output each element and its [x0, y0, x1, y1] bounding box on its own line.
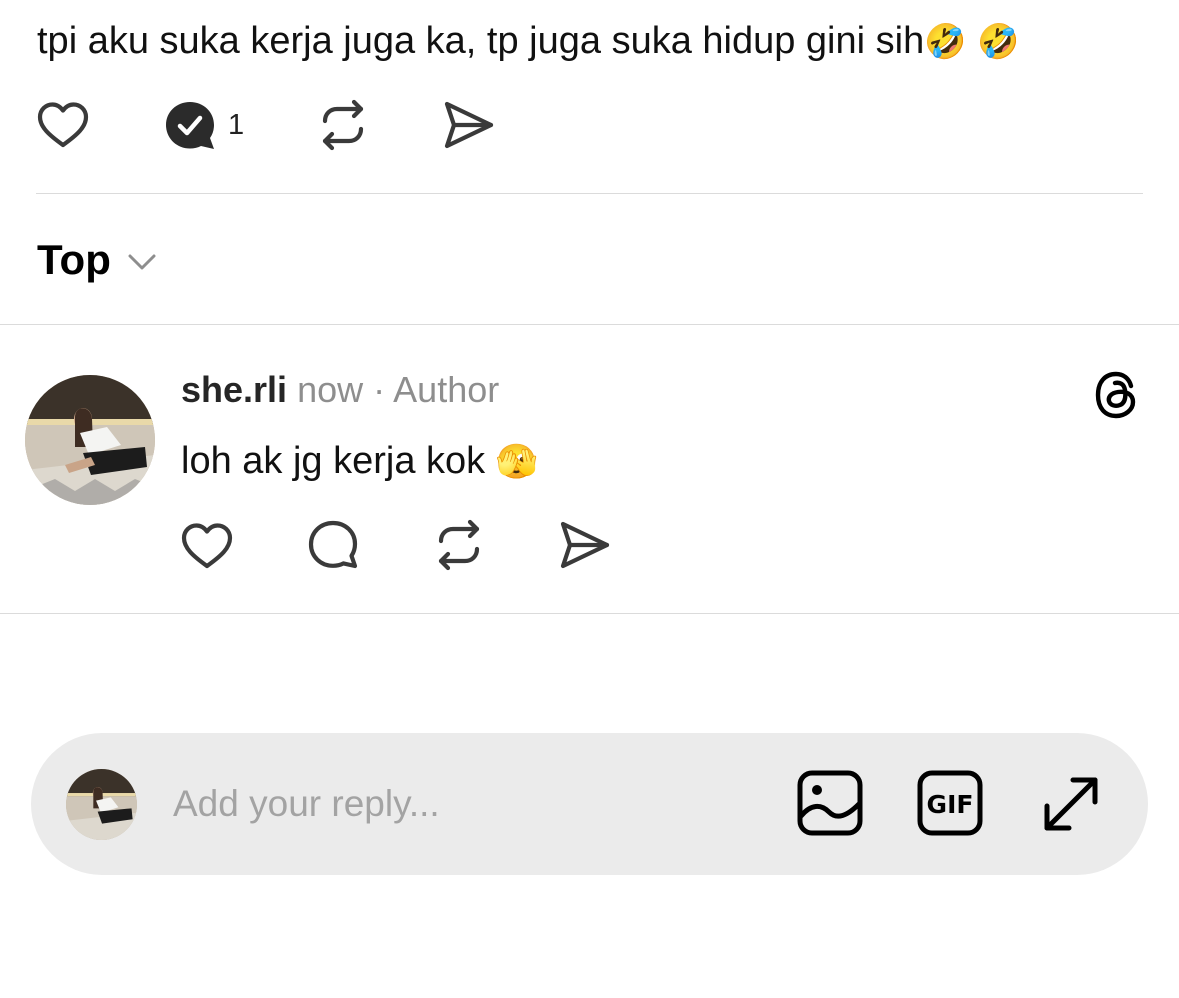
- comment-divider: [0, 613, 1179, 614]
- heart-icon: [181, 523, 233, 569]
- avatar-photo: [25, 375, 155, 505]
- comment-repost-button[interactable]: [433, 519, 485, 571]
- threads-logo-icon: [1095, 371, 1136, 419]
- repost-icon: [322, 99, 364, 151]
- reply-input[interactable]: Add your reply...: [173, 780, 440, 828]
- heart-icon: [37, 102, 89, 148]
- composer-avatar: [66, 769, 137, 840]
- comment-emoji: 🫣: [495, 442, 539, 482]
- comment-meta: she.rli now · Author: [181, 364, 499, 416]
- comment-share-button[interactable]: [559, 520, 611, 570]
- image-icon: [797, 770, 863, 836]
- send-icon: [560, 521, 610, 569]
- comment-bubble-check-icon: [166, 102, 214, 149]
- meta-separator: ·: [373, 369, 386, 410]
- post-emoji: 🤣 🤣: [924, 22, 1020, 62]
- comment-time: now: [297, 369, 364, 410]
- comment-bubble-icon: [308, 520, 358, 569]
- post-text: tpi aku suka kerja juga ka, tp juga suka…: [37, 14, 1020, 69]
- send-icon: [444, 101, 494, 149]
- sort-dropdown[interactable]: Top: [37, 232, 157, 288]
- author-badge: Author: [393, 369, 500, 410]
- like-button[interactable]: [37, 101, 89, 149]
- comment-count: 1: [228, 109, 245, 141]
- section-divider: [0, 324, 1179, 325]
- share-button[interactable]: [443, 100, 495, 150]
- chevron-down-icon: [128, 254, 156, 270]
- gif-icon: GIF: [917, 770, 983, 836]
- gif-label: GIF: [927, 790, 974, 819]
- composer-avatar-photo: [66, 769, 137, 840]
- comment-button[interactable]: [164, 100, 216, 152]
- post-text-content: tpi aku suka kerja juga ka, tp juga suka…: [37, 20, 925, 62]
- comment-text: loh ak jg kerja kok 🫣: [181, 434, 538, 489]
- avatar[interactable]: [25, 375, 155, 505]
- threads-logo-button[interactable]: [1093, 370, 1139, 420]
- comment-like-button[interactable]: [181, 522, 233, 570]
- comment-reply-button[interactable]: [307, 519, 359, 571]
- expand-icon: [1044, 777, 1098, 831]
- attach-image-button[interactable]: [797, 770, 863, 836]
- sort-label: Top: [37, 236, 111, 283]
- comment-text-content: loh ak jg kerja kok: [181, 440, 486, 482]
- expand-composer-button[interactable]: [1039, 772, 1103, 836]
- comment-username[interactable]: she.rli: [181, 369, 287, 410]
- repost-icon: [438, 519, 480, 571]
- post-divider: [36, 193, 1143, 194]
- repost-button[interactable]: [317, 99, 369, 151]
- gif-button[interactable]: GIF: [917, 770, 983, 836]
